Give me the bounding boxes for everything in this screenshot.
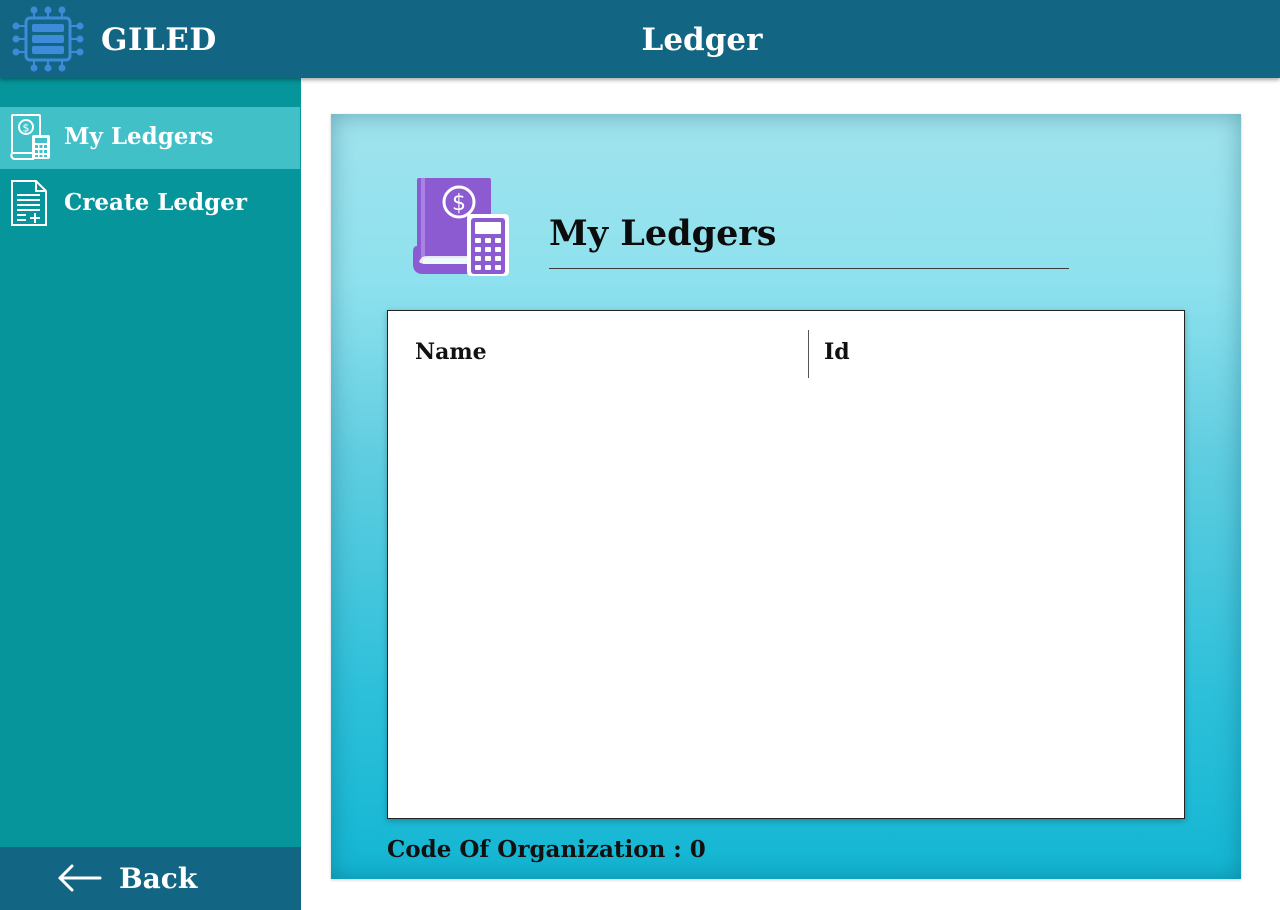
column-header-id[interactable]: Id <box>824 337 850 367</box>
ledger-calculator-icon: $ <box>413 178 509 276</box>
ledger-calculator-icon: $ <box>10 114 50 160</box>
sidebar-item-create-ledger[interactable]: Create Ledger <box>0 173 300 235</box>
column-header-name[interactable]: Name <box>415 337 487 367</box>
add-document-icon <box>11 180 47 226</box>
page-title: Ledger <box>641 22 763 58</box>
title-divider <box>549 268 1069 269</box>
back-label: Back <box>119 862 198 895</box>
arrow-left-icon <box>58 864 102 892</box>
sidebar: $ My Ledgers Create Ledger <box>0 78 301 910</box>
my-ledgers-panel: $ My Ledgers Name Id Code Of Organizatio… <box>331 114 1241 879</box>
svg-text:$: $ <box>452 191 466 216</box>
column-divider[interactable] <box>808 330 809 378</box>
ledgers-table[interactable]: Name Id <box>387 310 1185 819</box>
sidebar-item-label: Create Ledger <box>64 189 247 216</box>
organization-code-label: Code Of Organization : 0 <box>387 836 706 863</box>
sidebar-item-my-ledgers[interactable]: $ My Ledgers <box>0 107 300 169</box>
panel-title: My Ledgers <box>549 213 777 254</box>
top-app-bar: GILED Ledger <box>0 0 1280 78</box>
sidebar-item-label: My Ledgers <box>64 123 214 150</box>
back-button[interactable]: Back <box>0 847 301 910</box>
svg-text:$: $ <box>23 122 30 135</box>
